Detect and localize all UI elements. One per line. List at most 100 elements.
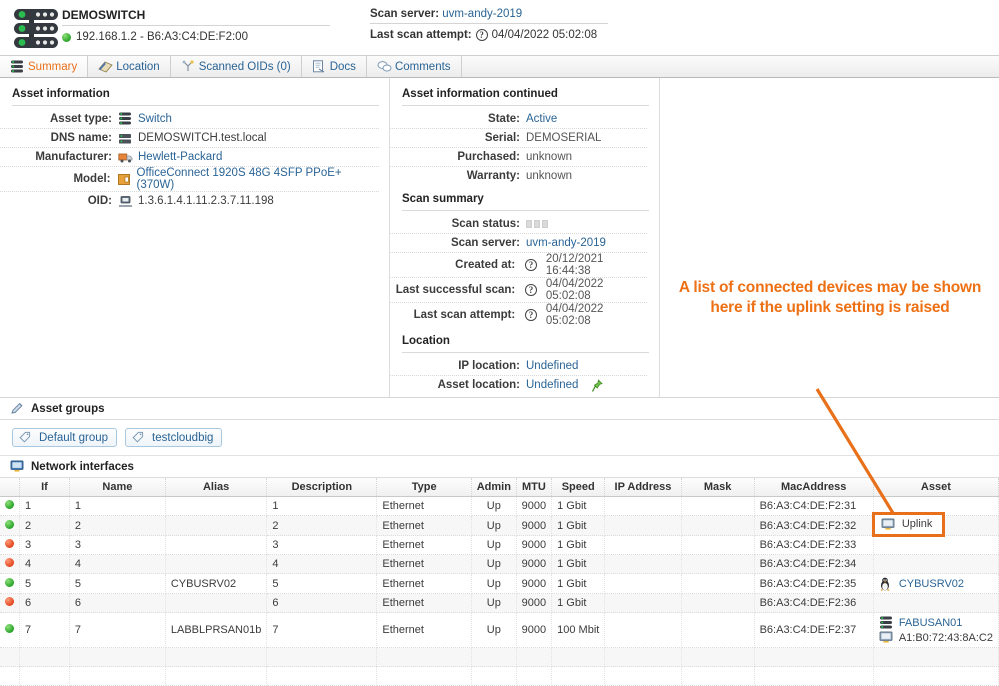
cell-mask xyxy=(681,536,754,555)
help-icon[interactable]: ? xyxy=(476,29,488,41)
cell-macaddress: B6:A3:C4:DE:F2:36 xyxy=(754,594,873,613)
network-interfaces-header: Network interfaces xyxy=(0,456,999,478)
cell-speed: 1 Gbit xyxy=(552,516,605,536)
help-icon[interactable]: ? xyxy=(525,284,537,296)
cell-type: Ethernet xyxy=(377,497,472,516)
connected-devices-placeholder: A list of connected devices may be shown… xyxy=(660,78,999,397)
cell-mtu: 9000 xyxy=(516,574,551,594)
help-icon[interactable]: ? xyxy=(525,309,537,321)
asset-entry-label[interactable]: FABUSAN01 xyxy=(899,617,963,629)
cell-if: 2 xyxy=(20,516,70,536)
tab-location[interactable]: Location xyxy=(88,56,170,77)
table-row[interactable]: 77LABBLPRSAN01b7EthernetUp9000100 MbitB6… xyxy=(0,613,999,648)
help-icon[interactable]: ? xyxy=(525,259,537,271)
asset-location-label: Asset location: xyxy=(390,379,526,391)
asset-information-continued-title: Asset information continued xyxy=(390,86,659,105)
asset-entry[interactable]: FABUSAN01 xyxy=(879,616,993,629)
cell-admin: Up xyxy=(472,536,517,555)
asset-entry[interactable]: CYBUSRV02 xyxy=(879,577,993,590)
cell-alias xyxy=(165,594,267,613)
asset-type-value[interactable]: Switch xyxy=(138,113,172,125)
table-row[interactable]: 111EthernetUp90001 GbitB6:A3:C4:DE:F2:31 xyxy=(0,497,999,516)
cell-speed: 1 Gbit xyxy=(552,555,605,574)
cell-speed: 100 Mbit xyxy=(552,613,605,648)
cell-name: 6 xyxy=(69,594,165,613)
cell-macaddress: B6:A3:C4:DE:F2:32 xyxy=(754,516,873,536)
cell-speed: 1 Gbit xyxy=(552,574,605,594)
table-header-row: If Name Alias Description Type Admin MTU… xyxy=(0,478,999,497)
col-asset[interactable]: Asset xyxy=(873,478,998,497)
col-admin[interactable]: Admin xyxy=(472,478,517,497)
col-macaddress[interactable]: MacAddress xyxy=(754,478,873,497)
cell-alias xyxy=(165,536,267,555)
cell-name: 3 xyxy=(69,536,165,555)
table-row[interactable]: 333EthernetUp90001 GbitB6:A3:C4:DE:F2:33 xyxy=(0,536,999,555)
table-row[interactable]: 222EthernetUp90001 GbitB6:A3:C4:DE:F2:32… xyxy=(0,516,999,536)
warranty-value: unknown xyxy=(526,170,572,182)
empty-cell xyxy=(69,648,165,667)
last-scan-value: 04/04/2022 05:02:08 xyxy=(492,29,598,41)
cell-mask xyxy=(681,574,754,594)
col-if[interactable]: If xyxy=(20,478,70,497)
tab-docs[interactable]: Docs xyxy=(302,56,367,77)
cell-asset xyxy=(873,594,998,613)
cell-asset xyxy=(873,536,998,555)
divider xyxy=(402,210,649,211)
scan-server-detail-value[interactable]: uvm-andy-2019 xyxy=(526,237,606,249)
cell-type: Ethernet xyxy=(377,516,472,536)
last-successful-scan-value: 04/04/2022 05:02:08 xyxy=(546,278,647,302)
col-alias[interactable]: Alias xyxy=(165,478,267,497)
box-icon xyxy=(117,173,132,186)
table-row[interactable]: 666EthernetUp90001 GbitB6:A3:C4:DE:F2:36 xyxy=(0,594,999,613)
cell-ip-address xyxy=(605,536,681,555)
table-row[interactable]: 55CYBUSRV025EthernetUp90001 GbitB6:A3:C4… xyxy=(0,574,999,594)
switch-stack-icon xyxy=(10,60,24,73)
empty-cell xyxy=(754,648,873,667)
ip-location-value[interactable]: Undefined xyxy=(526,360,578,372)
cell-name: 4 xyxy=(69,555,165,574)
network-interfaces-table: If Name Alias Description Type Admin MTU… xyxy=(0,478,999,686)
status-dot-green xyxy=(5,500,14,509)
cell-macaddress: B6:A3:C4:DE:F2:33 xyxy=(754,536,873,555)
col-type[interactable]: Type xyxy=(377,478,472,497)
col-mtu[interactable]: MTU xyxy=(516,478,551,497)
ip-location-row: IP location: Undefined xyxy=(390,356,647,375)
col-speed[interactable]: Speed xyxy=(552,478,605,497)
empty-cell xyxy=(472,667,517,686)
asset-groups-list: Default group testcloudbig xyxy=(0,420,999,456)
col-mask[interactable]: Mask xyxy=(681,478,754,497)
asset-location-row: Asset location: Undefined xyxy=(390,375,647,394)
pin-icon[interactable] xyxy=(591,379,606,392)
col-name[interactable]: Name xyxy=(69,478,165,497)
cell-admin: Up xyxy=(472,574,517,594)
row-status-cell xyxy=(0,555,20,574)
scan-progress-indicator xyxy=(526,220,548,228)
state-value[interactable]: Active xyxy=(526,113,557,125)
cell-mask xyxy=(681,516,754,536)
network-interfaces-title: Network interfaces xyxy=(31,461,134,473)
asset-group-chip-testcloudbig[interactable]: testcloudbig xyxy=(125,428,222,447)
asset-entry-label[interactable]: CYBUSRV02 xyxy=(899,578,964,590)
tab-scanned-oids[interactable]: Scanned OIDs (0) xyxy=(171,56,302,77)
empty-cell xyxy=(267,648,377,667)
col-ip-address[interactable]: IP Address xyxy=(605,478,681,497)
tab-summary[interactable]: Summary xyxy=(0,56,88,77)
tab-comments[interactable]: Comments xyxy=(367,56,462,77)
cell-mask xyxy=(681,555,754,574)
asset-group-chip-default[interactable]: Default group xyxy=(12,428,117,447)
serial-label: Serial: xyxy=(390,132,526,144)
manufacturer-value[interactable]: Hewlett-Packard xyxy=(138,151,222,163)
last-scan-attempt-row: Last scan attempt: ?04/04/2022 05:02:08 xyxy=(390,302,647,327)
tab-bar: Summary Location Scanned OIDs (0) Docs C… xyxy=(0,55,999,78)
last-scan-label: Last scan attempt: xyxy=(370,29,472,41)
scan-server-link[interactable]: uvm-andy-2019 xyxy=(442,8,522,20)
model-value[interactable]: OfficeConnect 1920S 48G 4SFP PPoE+ (370W… xyxy=(137,167,379,191)
last-successful-scan-label: Last successful scan: xyxy=(390,284,521,296)
col-description[interactable]: Description xyxy=(267,478,377,497)
asset-location-value[interactable]: Undefined xyxy=(526,379,578,391)
table-row[interactable]: 444EthernetUp90001 GbitB6:A3:C4:DE:F2:34 xyxy=(0,555,999,574)
cell-mask xyxy=(681,594,754,613)
model-row: Model: OfficeConnect 1920S 48G 4SFP PPoE… xyxy=(0,166,379,191)
status-dot-green xyxy=(5,624,14,633)
scan-server-label: Scan server: xyxy=(370,8,439,20)
